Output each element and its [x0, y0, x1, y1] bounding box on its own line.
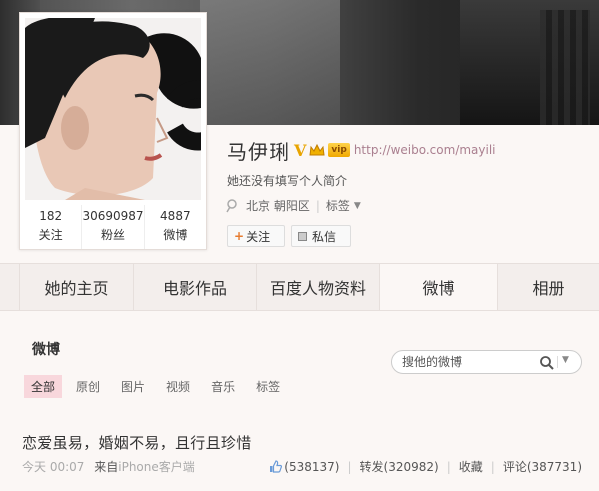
location-pin-icon: [226, 198, 237, 212]
thumbs-up-icon[interactable]: [269, 460, 283, 473]
weibo-search: ▼: [391, 350, 582, 374]
profile-name-row: 马伊琍 V vip http://weibo.com/mayili: [227, 137, 496, 164]
meta-divider: |: [315, 198, 320, 213]
message-button[interactable]: 私信: [291, 225, 351, 247]
profile-meta: 北京 朝阳区 | 标签 ▼: [226, 197, 361, 214]
plus-icon: +: [234, 229, 245, 243]
avatar-portrait-icon: [25, 18, 201, 200]
follow-button-label: 关注: [246, 229, 271, 244]
post-source: 来自iPhone客户端: [94, 460, 195, 474]
like-count[interactable]: (538137): [284, 460, 339, 474]
tab-baidu-profile[interactable]: 百度人物资料: [257, 264, 380, 310]
comment-button[interactable]: 评论(387731): [503, 458, 582, 475]
tab-home[interactable]: 她的主页: [20, 264, 134, 310]
post-actions: (538137) | 转发(320982) | 收藏 | 评论(387731): [269, 458, 582, 475]
repost-button[interactable]: 转发(320982): [360, 458, 439, 475]
stat-following-label: 关注: [38, 228, 63, 242]
filter-tags[interactable]: 标签: [249, 375, 287, 398]
filter-original[interactable]: 原创: [69, 375, 107, 398]
tab-films[interactable]: 电影作品: [134, 264, 257, 310]
profile-name: 马伊琍: [227, 139, 290, 164]
tab-weibo[interactable]: 微博: [380, 264, 498, 310]
search-icon[interactable]: [539, 355, 555, 371]
profile-tabs: 她的主页 电影作品 百度人物资料 微博 相册: [0, 263, 599, 311]
profile-stats: 182 关注 30690987 粉丝 4887 微博: [20, 205, 206, 249]
stat-following-count: 182: [39, 209, 63, 223]
filter-videos[interactable]: 视频: [159, 375, 197, 398]
vip-badge[interactable]: vip: [328, 143, 350, 157]
repost-label: 转发: [359, 460, 384, 474]
stat-posts[interactable]: 4887 微博: [145, 205, 206, 249]
favorite-button[interactable]: 收藏: [459, 458, 483, 475]
section-title: 微博: [32, 342, 60, 358]
profile-card: 182 关注 30690987 粉丝 4887 微博: [19, 12, 207, 250]
tab-edge: [0, 264, 20, 310]
filter-all[interactable]: 全部: [24, 375, 63, 398]
level-crown-icon[interactable]: [309, 143, 325, 157]
action-divider: |: [490, 459, 495, 474]
chevron-down-icon[interactable]: ▼: [354, 201, 361, 211]
stat-following[interactable]: 182 关注: [20, 205, 83, 249]
search-dropdown-icon[interactable]: ▼: [557, 355, 569, 368]
profile-url-link[interactable]: http://weibo.com/mayili: [354, 143, 496, 157]
search-input[interactable]: [402, 355, 532, 369]
filter-images[interactable]: 图片: [114, 375, 152, 398]
cover-shade-edge: [540, 10, 590, 125]
stat-followers[interactable]: 30690987 粉丝: [82, 205, 145, 249]
verified-icon[interactable]: V: [294, 141, 306, 160]
message-icon: [298, 231, 307, 241]
stat-posts-label: 微博: [163, 228, 188, 242]
stat-posts-count: 4887: [160, 209, 191, 223]
post-source-app[interactable]: iPhone客户端: [118, 460, 195, 474]
stat-followers-label: 粉丝: [100, 228, 125, 242]
tab-album[interactable]: 相册: [498, 264, 599, 310]
profile-bio: 她还没有填写个人简介: [227, 174, 348, 188]
comment-label: 评论: [502, 460, 527, 474]
follow-button[interactable]: + 关注: [227, 225, 285, 247]
action-divider: |: [347, 459, 352, 474]
repost-count: (320982): [383, 460, 439, 474]
tags-dropdown[interactable]: 标签: [326, 197, 350, 214]
filter-music[interactable]: 音乐: [204, 375, 242, 398]
post-source-prefix: 来自: [94, 460, 119, 474]
stat-followers-count: 30690987: [82, 209, 144, 223]
avatar[interactable]: [25, 18, 201, 200]
cover-shade-mid: [200, 0, 340, 125]
action-divider: |: [446, 459, 451, 474]
post-time[interactable]: 今天 00:07: [22, 460, 84, 474]
message-button-label: 私信: [312, 229, 337, 244]
comment-count: (387731): [526, 460, 582, 474]
feed-filters: 全部 原创 图片 视频 音乐 标签: [24, 375, 294, 398]
post-meta: 今天 00:07 来自iPhone客户端: [22, 458, 195, 475]
post-text: 恋爱虽易，婚姻不易，且行且珍惜: [22, 434, 252, 452]
profile-location: 北京 朝阳区: [246, 199, 310, 213]
